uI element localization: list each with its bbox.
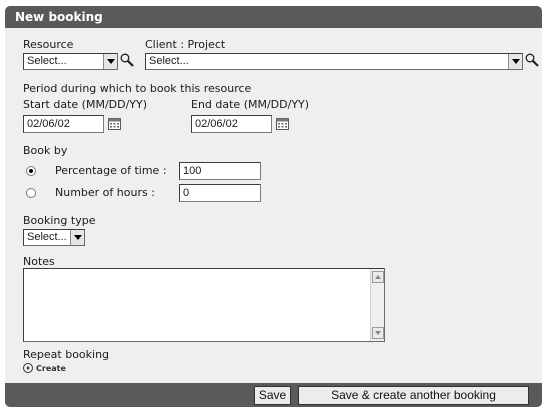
- resource-lookup-icon[interactable]: [119, 52, 135, 68]
- client-project-select[interactable]: Select...: [145, 53, 523, 70]
- period-heading: Period during which to book this resourc…: [23, 82, 252, 95]
- resource-select[interactable]: Select...: [23, 53, 118, 70]
- new-booking-dialog: New booking Resource Select... Client : …: [5, 6, 542, 407]
- start-date-input[interactable]: 02/06/02: [23, 115, 104, 133]
- scroll-up-icon[interactable]: [372, 271, 384, 283]
- chevron-down-icon: [70, 230, 84, 245]
- save-button[interactable]: Save: [254, 386, 291, 405]
- notes-scrollbar[interactable]: [370, 269, 384, 341]
- client-project-lookup-icon[interactable]: [524, 52, 540, 68]
- end-date-label: End date (MM/DD/YY): [191, 98, 310, 111]
- start-date-calendar-icon[interactable]: [108, 118, 121, 130]
- notes-label: Notes: [23, 255, 55, 268]
- hours-label: Number of hours :: [55, 186, 155, 199]
- scroll-down-icon[interactable]: [372, 327, 384, 339]
- end-date-input[interactable]: 02/06/02: [191, 115, 272, 133]
- percentage-input[interactable]: 100: [179, 162, 261, 180]
- percentage-label: Percentage of time :: [55, 164, 167, 177]
- booking-type-select[interactable]: Select...: [23, 229, 85, 246]
- resource-select-value: Select...: [27, 55, 67, 67]
- dialog-title: New booking: [5, 6, 542, 28]
- dialog-footer: Save Save & create another booking: [5, 383, 542, 407]
- end-date-calendar-icon[interactable]: [276, 118, 289, 130]
- create-repeat-label: Create: [36, 363, 66, 373]
- chevron-down-icon: [103, 54, 117, 69]
- client-project-select-value: Select...: [149, 55, 189, 67]
- client-project-label: Client : Project: [145, 38, 226, 51]
- book-by-heading: Book by: [23, 144, 68, 157]
- chevron-down-icon: [508, 54, 522, 69]
- notes-textarea[interactable]: [23, 268, 385, 342]
- resource-label: Resource: [23, 38, 74, 51]
- booking-type-label: Booking type: [23, 214, 96, 227]
- arrow-circle-icon: [23, 363, 33, 373]
- hours-input[interactable]: 0: [179, 184, 261, 202]
- percentage-radio[interactable]: [26, 166, 36, 176]
- save-create-another-button[interactable]: Save & create another booking: [298, 386, 529, 405]
- repeat-booking-label: Repeat booking: [23, 348, 110, 361]
- booking-type-select-value: Select...: [27, 231, 67, 243]
- hours-radio[interactable]: [26, 188, 36, 198]
- create-repeat-link[interactable]: Create: [23, 363, 66, 373]
- start-date-label: Start date (MM/DD/YY): [23, 98, 148, 111]
